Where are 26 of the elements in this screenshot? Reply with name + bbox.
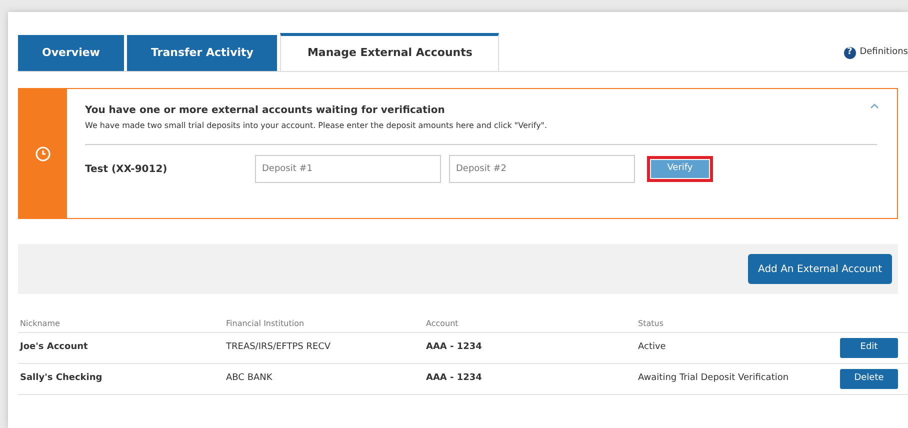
deposit-field[interactable]: Deposit #2 [449, 155, 635, 183]
column-header: Account [424, 316, 636, 332]
account-cell: AAA - 1234 [424, 364, 636, 394]
row-action-button[interactable]: Delete [840, 369, 898, 389]
institution-cell: ABC BANK [224, 364, 424, 394]
nickname-cell: Joe's Account [18, 332, 224, 364]
tab[interactable]: Overview [18, 35, 124, 71]
clock-icon [35, 146, 51, 162]
status-cell: Awaiting Trial Deposit Verification [636, 364, 836, 394]
column-header: Nickname [18, 316, 224, 332]
tab[interactable]: Manage External Accounts [280, 33, 500, 71]
alert-title: You have one or more external accounts waiting for verification [85, 104, 446, 118]
help-icon: ? [844, 46, 856, 58]
status-cell: Active [636, 332, 836, 364]
column-header: Financial Institution [224, 316, 424, 332]
column-header: Status [636, 316, 836, 332]
account-cell: AAA - 1234 [424, 332, 636, 364]
alert-message: We have made two small trial deposits into your account. Please enter the deposit amounts here and click "Verify". [85, 120, 548, 132]
add-account-button[interactable]: Add An External Account [748, 254, 892, 284]
tab[interactable]: Transfer Activity [126, 35, 278, 71]
row-action-button[interactable]: Edit [840, 338, 898, 358]
account-label: Test (XX-9012) [85, 162, 168, 176]
definitions-link[interactable]: ? Definitions [844, 46, 908, 60]
deposit-field[interactable]: Deposit #1 [255, 155, 441, 183]
nickname-cell: Sally's Checking [18, 364, 224, 394]
institution-cell: TREAS/IRS/EFTPS RECV [224, 332, 424, 364]
